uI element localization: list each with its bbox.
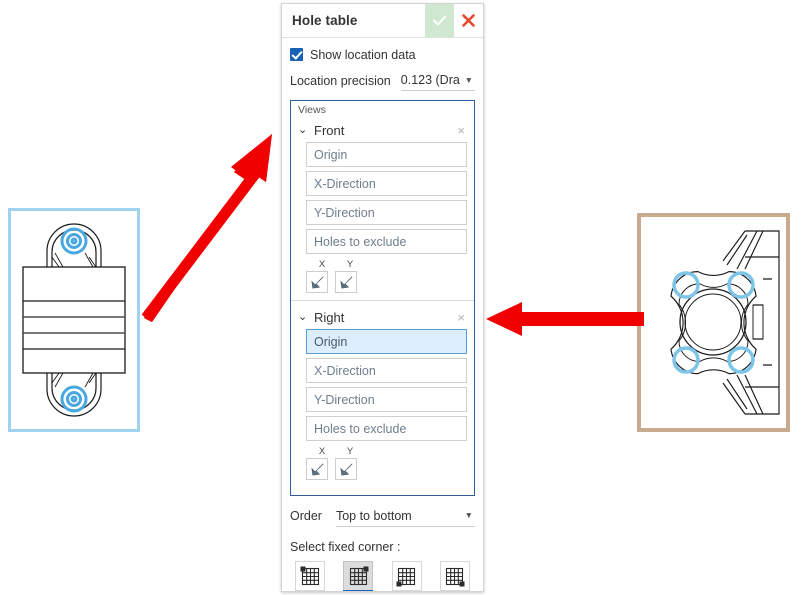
order-label: Order <box>290 509 322 523</box>
dialog-body: Show location data Location precision 0.… <box>282 38 483 591</box>
show-location-data-label: Show location data <box>310 47 416 62</box>
red-arrow-to-right-view <box>486 302 644 336</box>
chevron-down-icon: ▼ <box>464 510 473 521</box>
front-pick-x-direction-button[interactable] <box>306 271 328 293</box>
right-picker-x-label: X <box>318 445 326 457</box>
close-icon <box>462 14 475 27</box>
front-view-drawing[interactable] <box>8 208 140 432</box>
pick-direction-icon <box>339 463 352 475</box>
right-picker-labels: X Y <box>306 445 467 457</box>
right-pick-y-direction-button[interactable] <box>335 458 357 480</box>
check-icon <box>433 15 446 26</box>
screenshot-root: Hole table Show location data Location p… <box>0 0 802 595</box>
order-value: Top to bottom <box>335 508 412 523</box>
grid-top-left-icon <box>300 566 319 585</box>
hole-marker <box>60 385 88 413</box>
order-select[interactable]: Top to bottom ▼ <box>335 506 475 527</box>
front-view-geometry <box>22 223 126 417</box>
show-location-data-checkbox[interactable] <box>290 48 303 62</box>
right-y-direction-field[interactable]: Y-Direction <box>306 387 467 412</box>
right-pick-x-direction-button[interactable] <box>306 458 328 480</box>
corner-top-left-button[interactable] <box>295 561 325 591</box>
location-precision-row: Location precision 0.123 (Dra ▼ <box>290 67 475 94</box>
cancel-button[interactable] <box>454 4 483 37</box>
pick-direction-icon <box>339 276 352 288</box>
view-header-right[interactable]: ⌄ Right × <box>298 305 467 329</box>
fixed-corner-label: Select fixed corner : <box>290 540 401 554</box>
accept-button[interactable] <box>425 4 454 37</box>
fixed-corner-options <box>290 561 475 591</box>
view-block-front: ⌄ Front × Origin X-Direction Y-Direction… <box>291 118 474 300</box>
front-pick-y-direction-button[interactable] <box>335 271 357 293</box>
views-panel: Views ⌄ Front × Origin X-Direction Y-Dir… <box>290 100 475 496</box>
view-block-right: ⌄ Right × Origin X-Direction Y-Direction… <box>291 300 474 487</box>
front-direction-pickers: X Y <box>306 258 467 293</box>
front-y-direction-field[interactable]: Y-Direction <box>306 200 467 225</box>
remove-view-right-icon[interactable]: × <box>455 311 467 324</box>
view-name-right: Right <box>314 309 345 325</box>
grid-bottom-left-icon <box>396 567 416 586</box>
front-picker-buttons <box>306 271 467 293</box>
pick-direction-icon <box>310 463 323 475</box>
hole-table-dialog: Hole table Show location data Location p… <box>281 3 484 592</box>
hole-marker <box>60 227 88 255</box>
front-picker-x-label: X <box>318 258 326 270</box>
order-row: Order Top to bottom ▼ <box>290 501 475 531</box>
front-picker-labels: X Y <box>306 258 467 270</box>
right-holes-to-exclude-field[interactable]: Holes to exclude <box>306 416 467 441</box>
location-precision-value: 0.123 (Dra <box>400 73 460 88</box>
right-picker-y-label: Y <box>346 445 354 457</box>
show-location-data-row[interactable]: Show location data <box>290 42 475 67</box>
red-arrow-to-front-view <box>141 134 272 322</box>
front-x-direction-field[interactable]: X-Direction <box>306 171 467 196</box>
pick-direction-icon <box>310 276 323 288</box>
front-holes-to-exclude-field[interactable]: Holes to exclude <box>306 229 467 254</box>
location-precision-select[interactable]: 0.123 (Dra ▼ <box>400 70 475 92</box>
corner-bottom-right-button[interactable] <box>439 561 470 591</box>
right-origin-field[interactable]: Origin <box>306 329 467 354</box>
dialog-title: Hole table <box>292 13 358 28</box>
corner-bottom-left-button[interactable] <box>391 561 422 591</box>
grid-bottom-right-icon <box>446 567 465 586</box>
right-x-direction-field[interactable]: X-Direction <box>306 358 467 383</box>
right-direction-pickers: X Y <box>306 445 467 480</box>
dialog-titlebar: Hole table <box>282 4 483 38</box>
right-picker-buttons <box>306 458 467 480</box>
view-header-front[interactable]: ⌄ Front × <box>298 118 467 142</box>
front-origin-field[interactable]: Origin <box>306 142 467 167</box>
corner-top-right-button[interactable] <box>343 561 374 591</box>
chevron-down-icon[interactable]: ⌄ <box>298 311 312 323</box>
view-name-front: Front <box>314 122 345 138</box>
right-view-drawing[interactable] <box>637 213 790 432</box>
location-precision-label: Location precision <box>290 73 391 88</box>
grid-top-right-icon <box>349 566 369 585</box>
views-caption: Views <box>298 104 326 116</box>
remove-view-front-icon[interactable]: × <box>455 124 467 137</box>
front-picker-y-label: Y <box>346 258 354 270</box>
right-view-geometry <box>670 230 780 415</box>
chevron-down-icon: ▼ <box>464 74 473 85</box>
chevron-down-icon[interactable]: ⌄ <box>298 124 312 136</box>
